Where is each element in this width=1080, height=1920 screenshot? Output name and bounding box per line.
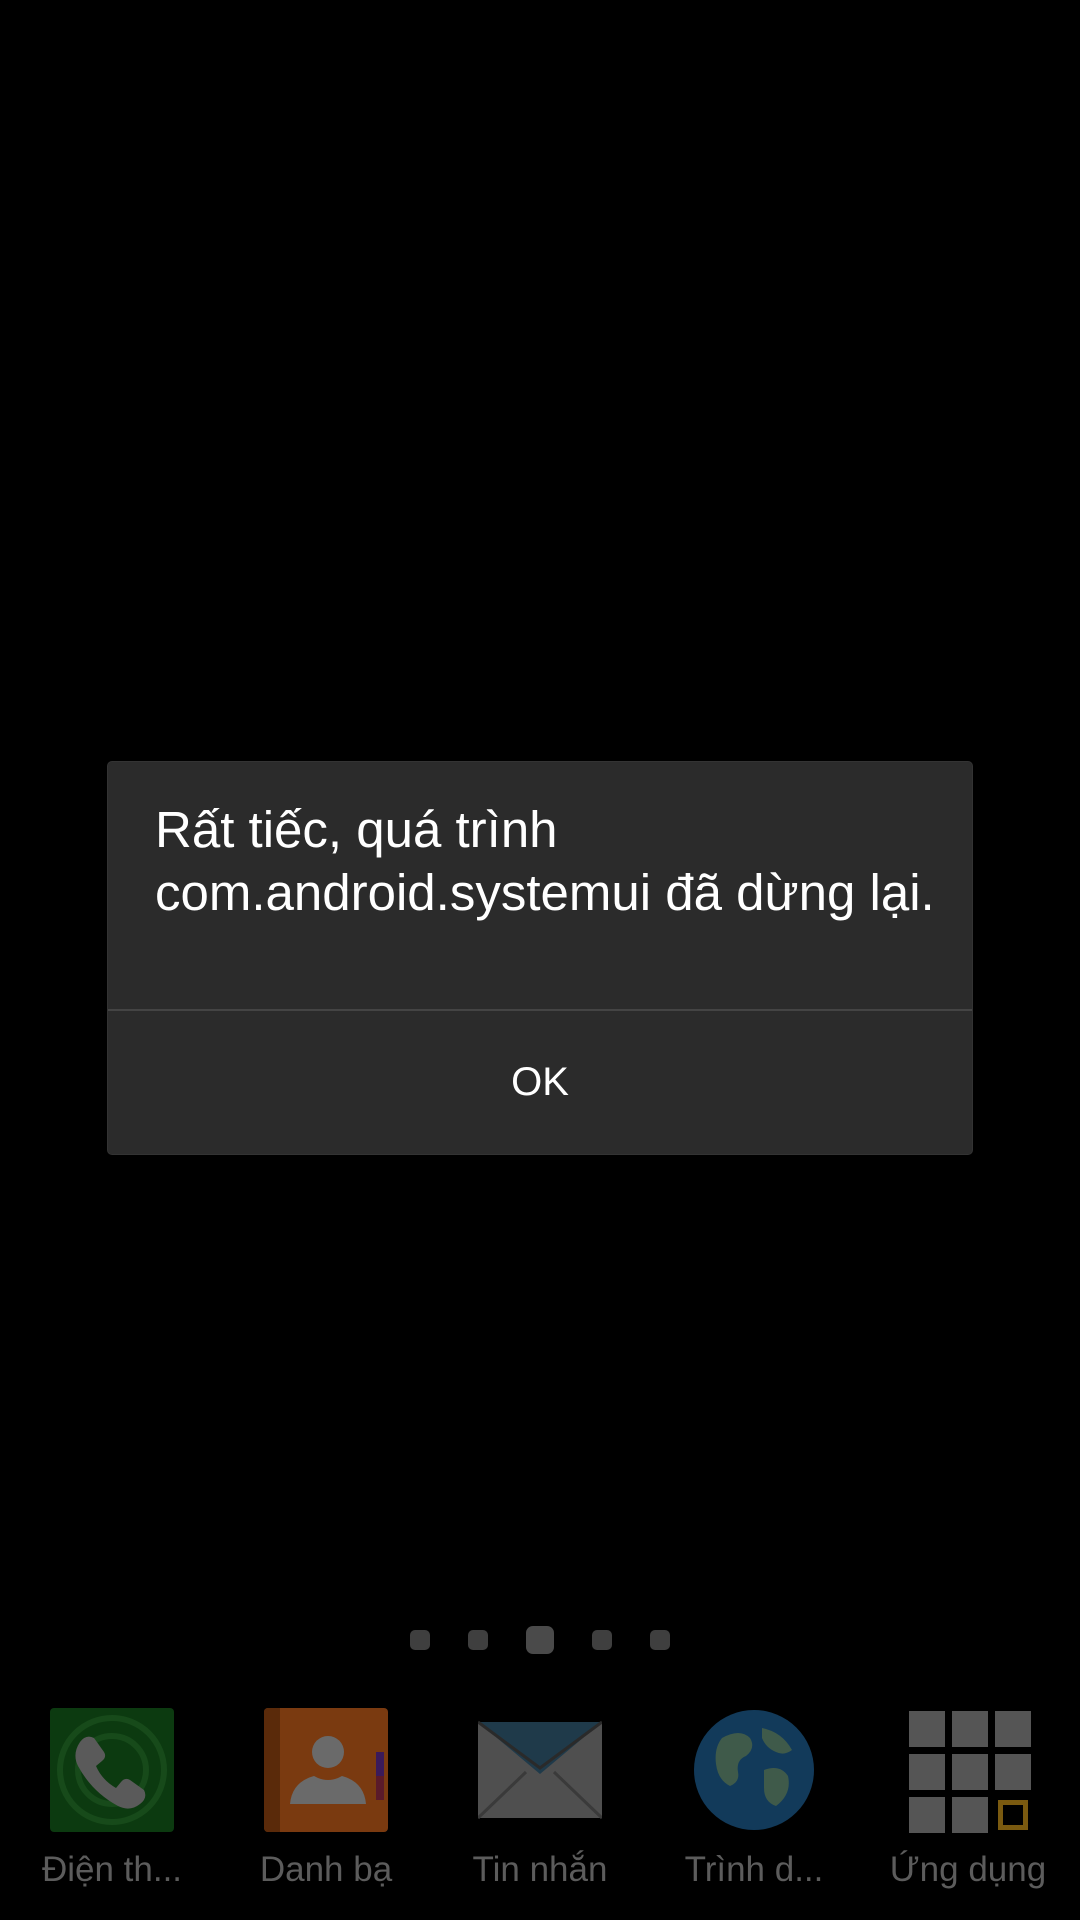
page-dot-1[interactable] [410, 1630, 430, 1650]
ok-button[interactable]: OK [108, 1011, 972, 1154]
dock-item-messages[interactable]: Tin nhắn [440, 1700, 640, 1920]
dock-label-phone: Điện th... [41, 1850, 183, 1889]
dock-label-browser: Trình d... [684, 1850, 824, 1889]
home-screen: Điện th... Danh bạ Tin nhắn Trình d... Ứ… [0, 0, 1080, 1920]
error-dialog: Rất tiếc, quá trình com.android.systemui… [108, 762, 972, 1154]
dialog-message: Rất tiếc, quá trình com.android.systemui… [155, 801, 935, 921]
dock-item-apps[interactable]: Ứng dụng [868, 1700, 1068, 1920]
dock-item-contacts[interactable]: Danh bạ [226, 1700, 426, 1920]
dock-label-messages: Tin nhắn [472, 1850, 608, 1889]
dock-label-contacts: Danh bạ [259, 1850, 393, 1889]
page-dot-3-active[interactable] [526, 1626, 554, 1654]
page-dot-5[interactable] [650, 1630, 670, 1650]
dock-item-browser[interactable]: Trình d... [654, 1700, 854, 1920]
apps-icon [906, 1708, 1031, 1833]
browser-icon [692, 1708, 816, 1832]
dock-item-phone[interactable]: Điện th... [12, 1700, 212, 1920]
page-dot-2[interactable] [468, 1630, 488, 1650]
dock-label-apps: Ứng dụng [889, 1850, 1047, 1889]
messages-icon [476, 1708, 604, 1832]
phone-icon [50, 1708, 174, 1832]
page-indicator [0, 1620, 1080, 1660]
page-dot-4[interactable] [592, 1630, 612, 1650]
contacts-icon [264, 1708, 388, 1832]
dock: Điện th... Danh bạ Tin nhắn Trình d... Ứ… [0, 1700, 1080, 1920]
